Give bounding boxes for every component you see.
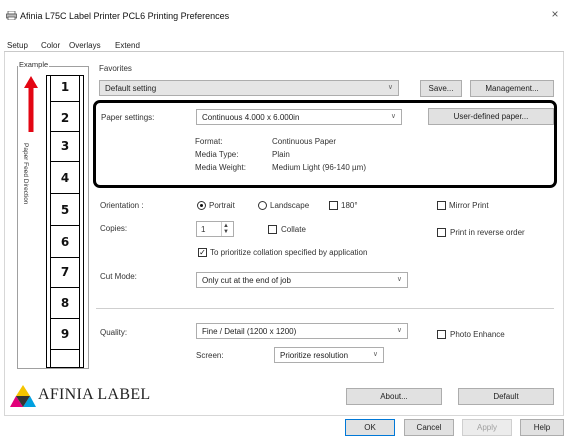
landscape-label: Landscape [270, 201, 310, 210]
label-number: 8 [60, 296, 70, 310]
tab-setup[interactable]: Setup [7, 41, 28, 50]
window-title: Afinia L75C Label Printer PCL6 Printing … [20, 11, 230, 21]
copies-label: Copies: [100, 224, 128, 233]
label-divider [50, 131, 80, 132]
label-divider [50, 257, 80, 258]
label-divider [50, 287, 80, 288]
cut-mode-label: Cut Mode: [100, 272, 137, 281]
screen-value: Prioritize resolution [280, 351, 349, 360]
collate-label: Collate [281, 225, 306, 234]
favorites-value: Default setting [105, 84, 157, 93]
default-button[interactable]: Default [458, 388, 554, 405]
reverse-order-label: Print in reverse order [450, 228, 525, 237]
cut-mode-select[interactable]: Only cut at the end of job ∨ [196, 272, 408, 288]
copies-value: 1 [201, 225, 206, 234]
stepper-divider [221, 222, 222, 236]
label-divider [50, 193, 80, 194]
orientation-label: Orientation : [100, 201, 144, 210]
cut-mode-value: Only cut at the end of job [202, 276, 291, 285]
label-divider [50, 349, 80, 350]
favorites-label: Favorites [99, 64, 132, 73]
section-divider [96, 308, 554, 309]
chevron-down-icon: ∨ [396, 327, 402, 334]
quality-label: Quality: [100, 328, 128, 337]
tab-overlays[interactable]: Overlays [69, 41, 101, 50]
feed-direction-arrow-icon [24, 76, 38, 132]
label-number: 6 [60, 235, 70, 249]
save-button[interactable]: Save... [420, 80, 462, 97]
management-button[interactable]: Management... [470, 80, 554, 97]
chevron-down-icon: ∨ [396, 276, 402, 283]
label-number: 7 [60, 265, 70, 279]
copies-stepper[interactable]: 1 ▲ ▼ [196, 221, 234, 237]
label-number: 3 [60, 139, 70, 153]
quality-select[interactable]: Fine / Detail (1200 x 1200) ∨ [196, 323, 408, 339]
tab-extend[interactable]: Extend [115, 41, 140, 50]
quality-value: Fine / Detail (1200 x 1200) [202, 327, 297, 336]
prioritize-collation-label: To prioritize collation specified by app… [210, 248, 368, 257]
landscape-radio[interactable] [258, 201, 267, 210]
screen-label: Screen: [196, 351, 224, 360]
mirror-print-label: Mirror Print [449, 201, 489, 210]
prioritize-collation-checkbox[interactable]: ✓ [198, 248, 207, 257]
collate-checkbox[interactable] [268, 225, 277, 234]
photo-enhance-label: Photo Enhance [450, 330, 505, 339]
label-number: 1 [60, 80, 70, 94]
stepper-down-icon[interactable]: ▼ [223, 229, 229, 235]
about-button[interactable]: About... [346, 388, 442, 405]
brand-name: AFINIA LABEL [38, 386, 151, 403]
apply-button[interactable]: Apply [462, 419, 512, 436]
label-number: 9 [60, 327, 70, 341]
chevron-down-icon: ∨ [387, 84, 393, 91]
portrait-label: Portrait [209, 201, 235, 210]
portrait-radio[interactable] [197, 201, 206, 210]
photo-enhance-checkbox[interactable] [437, 330, 446, 339]
mirror-print-checkbox[interactable] [437, 201, 446, 210]
rotate-180-label: 180° [341, 201, 358, 210]
screen-select[interactable]: Prioritize resolution ∨ [274, 347, 384, 363]
help-button[interactable]: Help [520, 419, 564, 436]
example-label: Example [18, 60, 50, 69]
printer-icon [6, 11, 17, 20]
label-number: 4 [60, 171, 70, 185]
label-divider [50, 318, 80, 319]
tab-color[interactable]: Color [41, 41, 60, 50]
afinia-logo-icon [10, 385, 36, 407]
reverse-order-checkbox[interactable] [437, 228, 446, 237]
ok-button[interactable]: OK [345, 419, 395, 436]
label-divider [50, 101, 80, 102]
label-divider [50, 161, 80, 162]
label-divider [50, 225, 80, 226]
label-number: 5 [60, 203, 70, 217]
chevron-down-icon: ∨ [372, 351, 378, 358]
paper-settings-highlight [93, 100, 557, 188]
favorites-select[interactable]: Default setting ∨ [99, 80, 399, 96]
label-number: 2 [60, 111, 70, 125]
feed-direction-label: Paper Feed Direction [22, 143, 29, 205]
cancel-button[interactable]: Cancel [404, 419, 454, 436]
close-icon[interactable]: × [548, 7, 562, 21]
rotate-180-checkbox[interactable] [329, 201, 338, 210]
